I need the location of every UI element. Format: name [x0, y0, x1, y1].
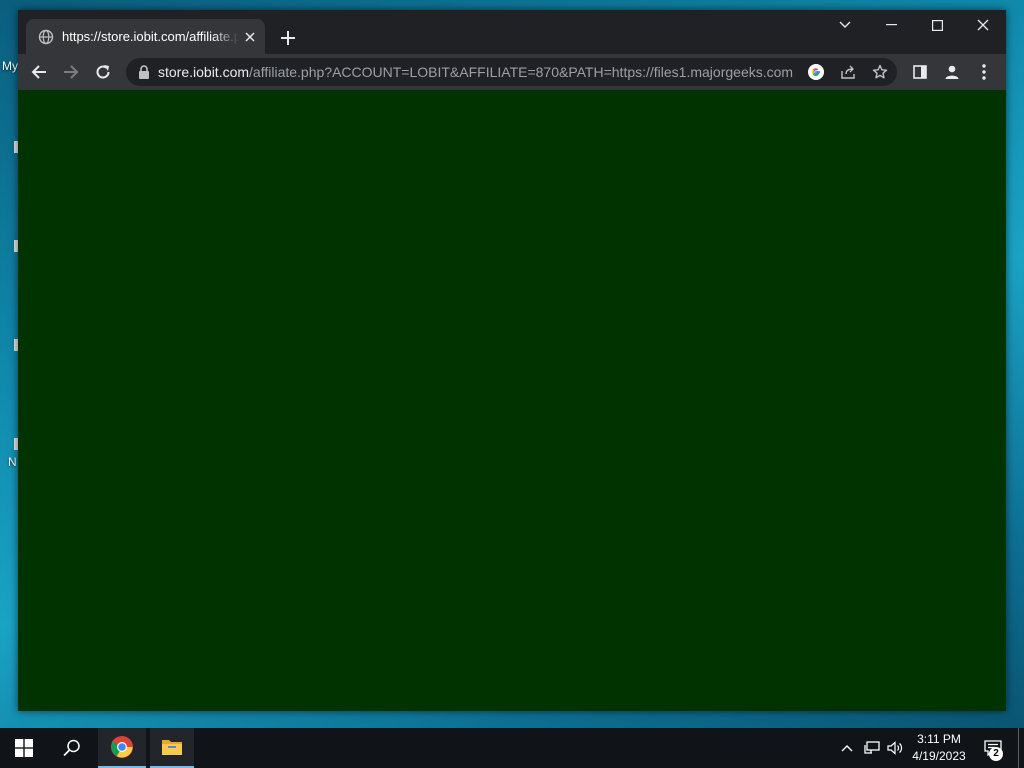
star-icon [872, 64, 888, 79]
globe-icon [38, 29, 54, 44]
kebab-menu-icon [982, 64, 986, 80]
tab-strip: https://store.iobit.com/affiliate.php?AC… [18, 10, 1006, 54]
maximize-button[interactable] [914, 10, 960, 40]
reload-button[interactable] [88, 57, 118, 87]
url-text[interactable]: store.iobit.com/affiliate.php?ACCOUNT=LO… [158, 64, 794, 80]
address-bar[interactable]: store.iobit.com/affiliate.php?ACCOUNT=LO… [126, 58, 897, 86]
network-button[interactable] [860, 728, 884, 768]
network-icon [864, 741, 880, 754]
desktop-icon-label: My [2, 59, 18, 73]
chrome-icon [111, 736, 133, 758]
desktop-icon-label: N [8, 455, 17, 469]
share-button[interactable] [834, 58, 862, 86]
arrow-left-icon [31, 65, 46, 79]
clock-time: 3:11 PM [917, 732, 961, 746]
menu-button[interactable] [969, 57, 999, 87]
show-desktop-divider [1018, 728, 1019, 768]
tray-overflow-button[interactable] [836, 728, 858, 768]
minimize-icon [885, 24, 897, 26]
side-panel-icon [913, 65, 927, 79]
forward-button[interactable] [56, 57, 86, 87]
taskbar-chrome[interactable] [98, 728, 146, 768]
taskbar-clock[interactable]: 3:11 PM 4/19/2023 [906, 730, 972, 766]
clock-date: 4/19/2023 [912, 749, 966, 763]
plus-icon [281, 31, 295, 45]
taskbar: 3:11 PM 4/19/2023 [0, 728, 1024, 768]
notification-count-badge: 2 [989, 747, 1003, 761]
browser-toolbar: store.iobit.com/affiliate.php?ACCOUNT=LO… [18, 54, 1006, 90]
volume-button[interactable] [884, 728, 906, 768]
close-icon [977, 19, 989, 31]
lock-icon[interactable] [138, 65, 150, 79]
url-path: /affiliate.php?ACCOUNT=LOBIT&AFFILIATE=8… [249, 64, 794, 80]
start-button[interactable] [0, 728, 48, 768]
page-content[interactable] [18, 90, 1006, 711]
profile-icon [945, 65, 959, 79]
url-host: store.iobit.com [158, 64, 250, 80]
share-icon [841, 65, 855, 79]
google-icon [808, 64, 824, 80]
new-tab-button[interactable] [276, 26, 300, 50]
chevron-down-icon [839, 21, 851, 28]
bookmark-button[interactable] [866, 58, 894, 86]
reload-icon [96, 65, 110, 79]
close-icon[interactable] [245, 28, 255, 46]
windows-start-icon [15, 739, 33, 757]
profile-button[interactable] [937, 57, 967, 87]
google-lens-button[interactable] [802, 58, 830, 86]
tab-title: https://store.iobit.com/affiliate.php?AC… [62, 29, 239, 44]
back-button[interactable] [24, 57, 54, 87]
maximize-icon [931, 19, 943, 31]
taskbar-file-explorer[interactable] [150, 728, 194, 768]
search-button[interactable] [48, 728, 96, 768]
volume-icon [887, 741, 903, 755]
arrow-right-icon [64, 65, 79, 79]
minimize-button[interactable] [868, 10, 914, 40]
side-panel-button[interactable] [905, 57, 935, 87]
folder-icon [162, 740, 182, 755]
close-window-button[interactable] [960, 10, 1006, 40]
search-icon [63, 739, 80, 757]
browser-window: https://store.iobit.com/affiliate.php?AC… [18, 10, 1006, 711]
chevron-up-icon [841, 745, 853, 752]
tab-search-button[interactable] [822, 10, 868, 40]
tab-active[interactable]: https://store.iobit.com/affiliate.php?AC… [26, 19, 265, 54]
